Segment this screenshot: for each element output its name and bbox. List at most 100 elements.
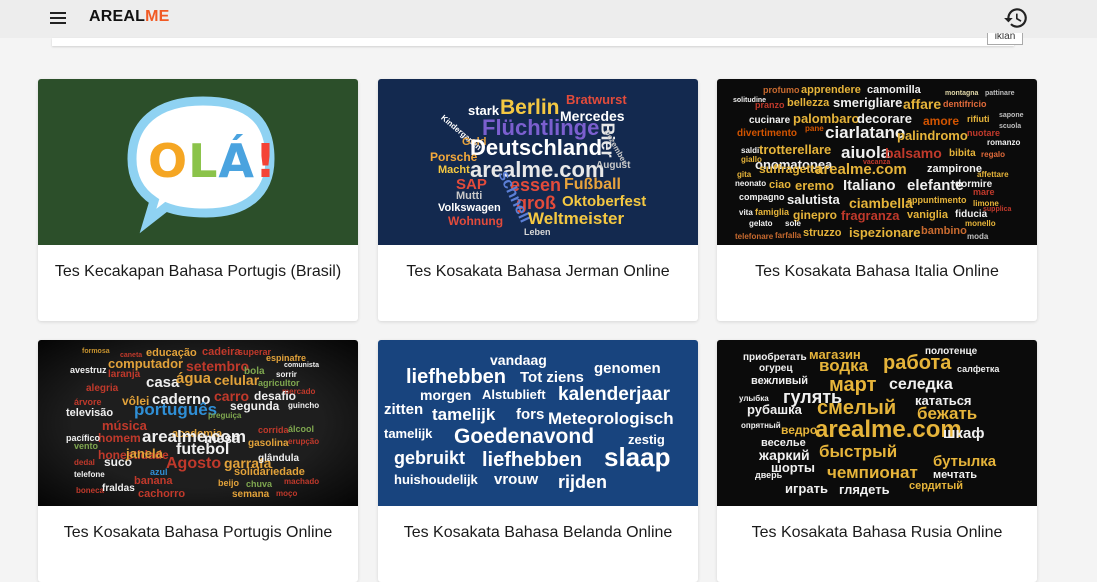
wordcloud-word: beijo xyxy=(218,478,240,488)
wordcloud-word: amore xyxy=(923,114,960,128)
wordcloud-word: montagna xyxy=(945,90,979,97)
ola-bubble-text: OLÁ! xyxy=(148,134,276,188)
logo-text-areal: AREAL xyxy=(89,8,146,25)
wordcloud-word: Weltmeister xyxy=(528,209,625,228)
wordcloud-word: morgen xyxy=(420,387,472,403)
wordcloud-word: Volkswagen xyxy=(438,202,501,214)
wordcloud-word: gelato xyxy=(749,219,773,228)
history-icon[interactable] xyxy=(1003,5,1029,31)
wordcloud-word: Italiano xyxy=(843,177,896,194)
wordcloud-word: banana xyxy=(134,475,173,487)
wordcloud-word: шкаф xyxy=(943,425,985,442)
wordcloud-word: celular xyxy=(214,372,260,388)
card-image-german-wordcloud: Berlin Bratwurst stark Flüchtlinge Merce… xyxy=(378,79,698,245)
quiz-card-german[interactable]: Berlin Bratwurst stark Flüchtlinge Merce… xyxy=(378,79,698,321)
wordcloud-word: palindromo xyxy=(897,128,968,143)
wordcloud-word: vrouw xyxy=(494,471,539,488)
ola-letter: O xyxy=(148,134,189,188)
quiz-card-portuguese-brazil[interactable]: OLÁ! Tes Kecakapan Bahasa Portugis (Bras… xyxy=(38,79,358,321)
wordcloud-word: Bratwurst xyxy=(566,92,627,107)
wordcloud-word: gebruikt xyxy=(394,448,466,468)
wordcloud-word: Oktoberfest xyxy=(562,193,647,210)
wordcloud-word: gita xyxy=(737,170,752,179)
wordcloud-word: приобретать xyxy=(743,352,807,363)
wordcloud-word: guincho xyxy=(288,401,320,410)
wordcloud-word: cachorro xyxy=(138,488,186,500)
site-logo[interactable]: AREALME xyxy=(89,8,170,26)
wordcloud-word: semana xyxy=(232,489,270,500)
wordcloud-word: monello xyxy=(965,219,996,228)
wordcloud-word: regalo xyxy=(981,150,1006,159)
wordcloud-word: быстрый xyxy=(819,442,898,461)
wordcloud-word: balsamo xyxy=(885,145,942,161)
wordcloud-word: rifiuti xyxy=(967,114,990,124)
wordcloud-word: rijden xyxy=(558,472,608,492)
wordcloud-word: bibita xyxy=(949,148,976,159)
wordcloud-word: chuva xyxy=(246,479,273,489)
wordcloud-word: moço xyxy=(276,489,298,498)
quiz-card-dutch[interactable]: vandaag liefhebben Tot ziens genomen mor… xyxy=(378,340,698,582)
quiz-card-portuguese[interactable]: formosa educação cadeira superar caneta … xyxy=(38,340,358,582)
wordcloud-word: huishoudelijk xyxy=(394,472,478,487)
wordcloud-word: arealme.com xyxy=(815,416,962,443)
wordcloud-word: árvore xyxy=(74,397,102,407)
wordcloud-word: бутылка xyxy=(933,453,997,470)
card-title: Tes Kosakata Bahasa Portugis Online xyxy=(63,524,333,541)
wordcloud-word: Agosto xyxy=(166,455,222,472)
wordcloud-word: pranzo xyxy=(755,100,785,110)
wordcloud-word: trotterellare xyxy=(759,142,832,157)
wordcloud-word: Mercedes xyxy=(560,108,625,124)
wordcloud-word: mare xyxy=(973,187,995,197)
wordcloud-word: gasolina xyxy=(248,438,289,449)
logo-text-me: ME xyxy=(145,8,170,25)
hamburger-menu-icon[interactable] xyxy=(49,9,69,27)
wordcloud-word: appuntimento xyxy=(907,195,967,205)
top-app-bar: AREALME xyxy=(0,0,1097,38)
wordcloud-word: ispezionare xyxy=(849,225,921,240)
wordcloud-word: saldi xyxy=(741,146,760,155)
wordcloud-word: laranja xyxy=(108,369,141,380)
wordcloud-word: сердитый xyxy=(909,480,963,492)
wordcloud-word: ведро xyxy=(781,423,818,437)
quiz-card-italian[interactable]: profumo apprendere camomilla montagna pa… xyxy=(717,79,1037,321)
wordcloud-word: farfalla xyxy=(775,231,802,240)
wordcloud-word: August xyxy=(596,160,631,171)
card-title: Tes Kosakata Bahasa Belanda Online xyxy=(403,524,673,541)
quiz-card-russian[interactable]: магазин полотенце приобретать огурец вод… xyxy=(717,340,1037,582)
wordcloud-word: moda xyxy=(967,232,989,241)
wordcloud-word: vaniglia xyxy=(907,209,948,221)
ola-letter: L xyxy=(188,134,219,188)
wordcloud-word: смелый xyxy=(817,397,897,419)
wordcloud-word: português xyxy=(134,400,218,419)
wordcloud-word: romanzo xyxy=(987,138,1021,147)
wordcloud-word: fragranza xyxy=(841,208,900,223)
card-title: Tes Kecakapan Bahasa Portugis (Brasil) xyxy=(54,263,342,280)
wordcloud-word: Macht xyxy=(438,164,470,176)
wordcloud-word: pattinare xyxy=(985,90,1015,97)
wordcloud-word: vento xyxy=(74,441,99,451)
ola-letter: ! xyxy=(255,134,278,188)
wordcloud-word: dedal xyxy=(74,458,95,467)
wordcloud-word: affettare xyxy=(977,170,1009,179)
wordcloud-word: homem xyxy=(98,431,141,445)
wordcloud-word: kalenderjaar xyxy=(558,384,670,405)
wordcloud-word: Deutschland xyxy=(470,135,603,160)
wordcloud-word: Alstublieft xyxy=(482,387,546,402)
ola-letter: Á xyxy=(218,134,256,188)
wordcloud-word: zampirone xyxy=(927,163,983,175)
wordcloud-word: genomen xyxy=(594,360,661,377)
wordcloud-word: салфетка xyxy=(957,364,1000,374)
wordcloud-word: pacífico xyxy=(66,433,101,443)
wordcloud-word: sapone xyxy=(999,112,1024,119)
search-submit-button[interactable]: iklan xyxy=(987,33,1023,45)
wordcloud-word: Tot ziens xyxy=(520,369,584,386)
wordcloud-word: arealme.com xyxy=(815,161,907,178)
wordcloud-word: cucinare xyxy=(749,115,791,126)
search-bar-strip[interactable] xyxy=(52,38,1014,46)
wordcloud-word: fraldas xyxy=(102,483,135,494)
card-title: Tes Kosakata Bahasa Italia Online xyxy=(755,263,999,280)
wordcloud-word: zitten xyxy=(384,401,424,418)
wordcloud-word: dentifricio xyxy=(943,99,987,109)
wordcloud-word: работа xyxy=(883,352,952,374)
wordcloud-word: machado xyxy=(284,477,320,486)
